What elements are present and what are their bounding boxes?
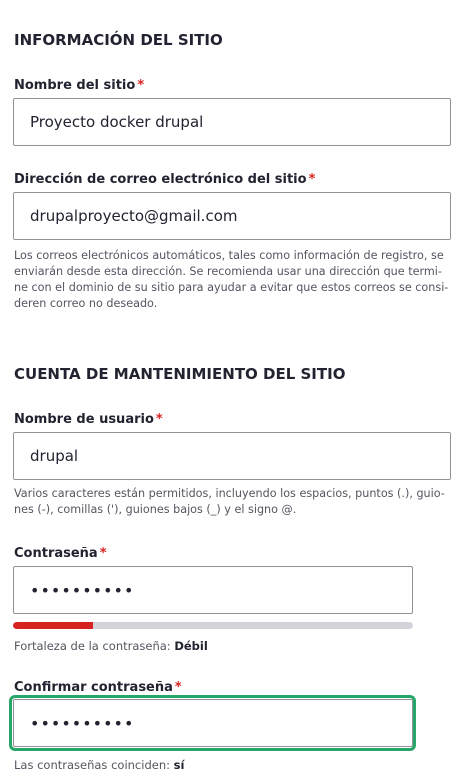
password-strength-value: Débil	[174, 639, 208, 653]
passwords-match-prefix: Las contraseñas coinciden:	[14, 758, 170, 772]
site-name-label-text: Nombre del sitio	[14, 78, 136, 93]
description-line: enviarán desde esta dirección. Se recomi…	[14, 265, 442, 278]
description-line: Varios caracteres están permitidos, incl…	[14, 487, 445, 500]
site-email-label-text: Dirección de correo electrónico del siti…	[14, 172, 307, 187]
password-label-text: Contraseña	[14, 546, 98, 561]
password-input-value: ••••••••••	[30, 580, 135, 600]
description-line: nes (-), comillas ('), guiones bajos (_)…	[14, 503, 297, 516]
password-strength-prefix: Fortaleza de la contraseña:	[14, 639, 171, 653]
section-title-maintenance-account: CUENTA DE MANTENIMIENTO DEL SITIO	[14, 365, 346, 383]
username-label-text: Nombre de usuario	[14, 412, 154, 427]
description-line: ne con el dominio de su sitio para ayuda…	[14, 281, 449, 294]
password-input[interactable]: ••••••••••	[13, 566, 413, 614]
site-email-input-value: drupalproyecto@gmail.com	[30, 207, 238, 225]
confirm-password-input-value: ••••••••••	[30, 713, 135, 733]
password-strength-fill	[13, 622, 93, 629]
section-title-site-info: INFORMACIÓN DEL SITIO	[14, 31, 223, 49]
site-name-input-value: Proyecto docker drupal	[30, 113, 204, 131]
passwords-match-text: Las contraseñas coinciden: sí	[14, 758, 184, 772]
passwords-match-value: sí	[173, 758, 185, 772]
site-name-label: Nombre del sitio *	[14, 78, 144, 93]
required-marker: *	[137, 78, 145, 93]
description-line: Los correos electrónicos automáticos, ta…	[14, 249, 444, 262]
required-marker: *	[99, 546, 107, 561]
required-marker: *	[174, 680, 182, 695]
confirm-password-label: Confirmar contraseña *	[14, 680, 182, 695]
required-marker: *	[308, 172, 316, 187]
site-email-description: Los correos electrónicos automáticos, ta…	[14, 248, 452, 312]
required-marker: *	[155, 412, 163, 427]
username-label: Nombre de usuario *	[14, 412, 163, 427]
username-description: Varios caracteres están permitidos, incl…	[14, 486, 452, 518]
password-strength-text: Fortaleza de la contraseña: Débil	[14, 639, 208, 653]
username-input-value: drupal	[30, 447, 79, 465]
username-input[interactable]: drupal	[13, 432, 451, 480]
site-email-input[interactable]: drupalproyecto@gmail.com	[13, 192, 451, 240]
site-name-input[interactable]: Proyecto docker drupal	[13, 98, 451, 146]
confirm-password-input[interactable]: ••••••••••	[13, 699, 413, 747]
password-label: Contraseña *	[14, 546, 107, 561]
confirm-password-label-text: Confirmar contraseña	[14, 680, 173, 695]
description-line: deren correo no deseado.	[14, 297, 158, 310]
password-strength-bar	[13, 622, 413, 629]
site-email-label: Dirección de correo electrónico del siti…	[14, 172, 315, 187]
